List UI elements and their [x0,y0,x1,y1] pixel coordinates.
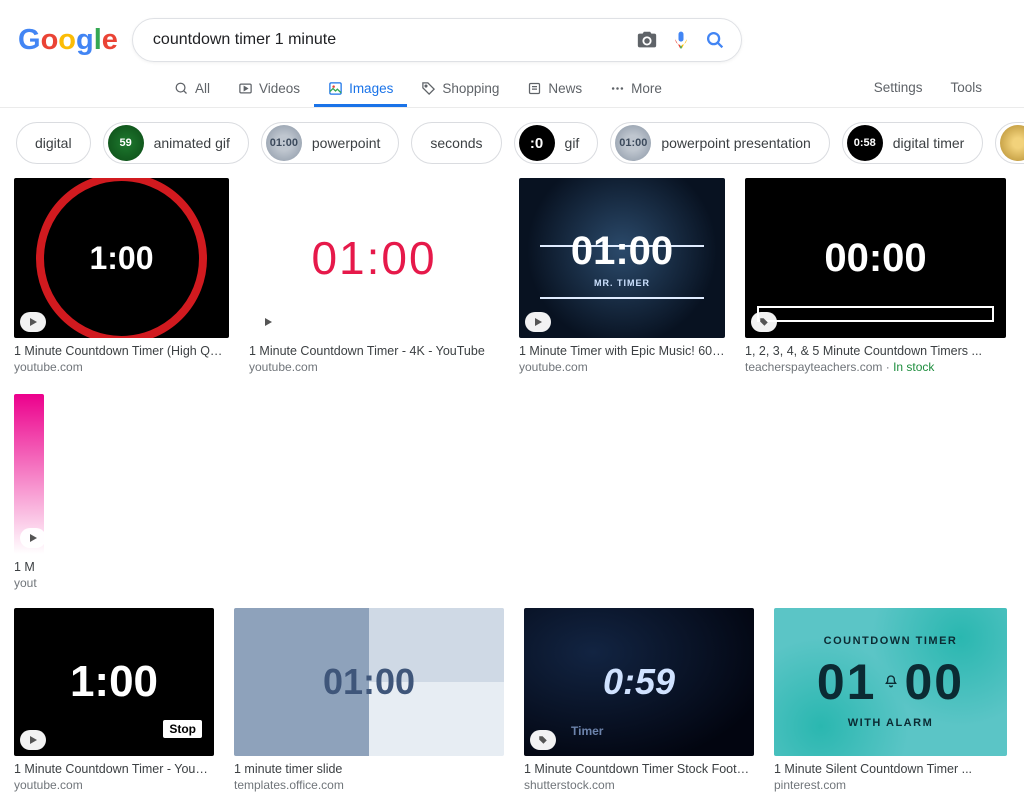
chip-label: seconds [430,135,482,151]
chip-powerpoint-presentation[interactable]: 01:00 powerpoint presentation [610,122,829,164]
tile-display: 00:00 [824,236,926,281]
tag-badge-icon [751,312,777,332]
tile-display: 1:00 [89,240,153,277]
result-title: 1 Minute Countdown Timer (High Qualit... [14,344,229,358]
tab-shopping[interactable]: Shopping [407,69,513,107]
related-chips[interactable]: digital 59 animated gif 01:00 powerpoint s… [0,108,1024,178]
tile-display: 0100 [817,653,964,711]
tile-display: 01:00 [323,661,415,703]
result-title: 1, 2, 3, 4, & 5 Minute Countdown Timers … [745,344,1006,358]
search-box[interactable] [132,18,742,62]
result-card[interactable]: 1:00 1 Minute Countdown Timer (High Qual… [14,178,229,374]
result-source: pinterest.com [774,778,1007,792]
right-links: Settings Tools [874,68,1024,107]
chip-digital[interactable]: digital [16,122,91,164]
tile-stop-label: Stop [163,720,202,738]
result-card[interactable]: 1:00 Stop 1 Minute Countdown Timer - YouT… [14,608,214,792]
tab-images-label: Images [349,81,393,96]
tabs-row: All Videos Images Shopping News More Set… [0,68,1024,108]
result-card-partial[interactable]: 1 M yout [14,394,44,590]
play-badge-icon [525,312,551,332]
tab-videos[interactable]: Videos [224,69,314,107]
tab-all-label: All [195,81,210,96]
play-badge-icon [20,730,46,750]
tab-shopping-label: Shopping [442,81,499,96]
chip-label: digital [35,135,72,151]
result-source: youtube.com [249,360,499,374]
result-source: youtube.com [14,360,229,374]
tab-all[interactable]: All [160,69,224,107]
result-card[interactable]: 0:59 Timer 1 Minute Countdown Timer Stock… [524,608,754,792]
result-source: teacherspayteachers.com · In stock [745,360,1006,374]
chip-label: powerpoint presentation [661,135,810,151]
header: Google [0,0,1024,68]
tile-bot: WITH ALARM [848,717,933,729]
result-source: youtube.com [14,778,214,792]
chip-thumb-icon [1000,125,1024,161]
results-row-2: 1:00 Stop 1 Minute Countdown Timer - YouT… [0,590,1024,792]
chip-label: digital timer [893,135,965,151]
chip-animated-gif[interactable]: 59 animated gif [103,122,249,164]
tools-link[interactable]: Tools [950,68,982,107]
result-card[interactable]: COUNTDOWN TIMER 0100 WITH ALARM 1 Minute… [774,608,1007,792]
result-card[interactable]: 01:00MR. TIMER 1 Minute Timer with Epic … [519,178,725,374]
result-title: 1 Minute Silent Countdown Timer ... [774,762,1007,776]
tile-top: COUNTDOWN TIMER [824,635,958,647]
tile-display: 1:00 [70,657,158,707]
result-card[interactable]: 00:00 1, 2, 3, 4, & 5 Minute Countdown T… [745,178,1006,374]
chip-powerpoint[interactable]: 01:00 powerpoint [261,122,400,164]
result-title: 1 Minute Countdown Timer - 4K - YouTube [249,344,499,358]
play-badge-icon [255,312,281,332]
result-title: 1 Minute Countdown Timer Stock Footage .… [524,762,754,776]
result-card[interactable]: 01:00 1 minute timer slide templates.off… [234,608,504,792]
mic-icon[interactable] [669,28,693,52]
result-card[interactable]: 01:00 1 Minute Countdown Timer - 4K - Yo… [249,178,499,374]
tab-images[interactable]: Images [314,69,407,107]
chip-thumb-icon: :0 [519,125,555,161]
search-input[interactable] [153,31,625,49]
chip-thumb-icon: 01:00 [266,125,302,161]
chip-digital-timer[interactable]: 0:58 digital timer [842,122,984,164]
tile-display: 01:00 [311,231,436,285]
tile-display: 01:00 [571,229,673,274]
play-badge-icon [20,528,44,548]
result-title: 1 Minute Timer with Epic Music! 60 ... [519,344,725,358]
chip-partial[interactable]: p [995,122,1024,164]
result-source: shutterstock.com [524,778,754,792]
result-source: yout [14,576,44,590]
tile-sub: Timer [571,724,603,738]
result-title: 1 minute timer slide [234,762,504,776]
result-source: templates.office.com [234,778,504,792]
chip-seconds[interactable]: seconds [411,122,501,164]
tab-more-label: More [631,81,662,96]
chip-gif[interactable]: :0 gif [514,122,599,164]
search-icon[interactable] [703,28,727,52]
play-badge-icon [20,312,46,332]
chip-thumb-icon: 59 [108,125,144,161]
chip-label: animated gif [154,135,230,151]
chip-label: powerpoint [312,135,381,151]
camera-icon[interactable] [635,28,659,52]
tag-badge-icon [530,730,556,750]
settings-link[interactable]: Settings [874,68,923,107]
chip-label: gif [565,135,580,151]
result-title: 1 M [14,560,44,574]
chip-thumb-icon: 0:58 [847,125,883,161]
tab-news[interactable]: News [513,69,596,107]
chip-thumb-icon: 01:00 [615,125,651,161]
tab-news-label: News [548,81,582,96]
google-logo[interactable]: Google [18,26,118,55]
results-row-1: 1:00 1 Minute Countdown Timer (High Qual… [0,178,1024,590]
tile-display: 0:59 [603,661,675,703]
result-title: 1 Minute Countdown Timer - YouTube [14,762,214,776]
tab-videos-label: Videos [259,81,300,96]
result-source: youtube.com [519,360,725,374]
bell-icon [883,672,899,692]
tab-more[interactable]: More [596,69,676,107]
